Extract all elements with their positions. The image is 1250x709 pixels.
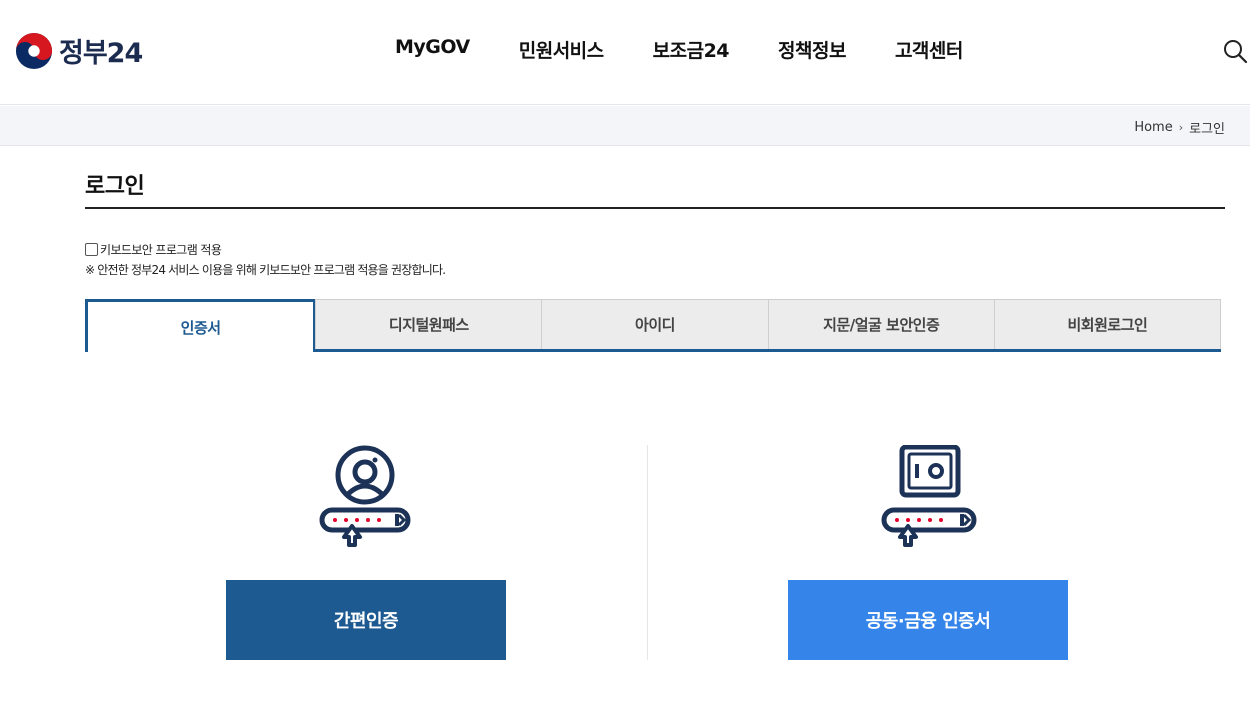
keyboard-security-checkbox[interactable] (85, 243, 98, 256)
simple-auth-button[interactable]: 간편인증 (226, 580, 506, 660)
tab-certificate[interactable]: 인증서 (85, 299, 317, 352)
title-divider (85, 207, 1225, 209)
chevron-right-icon: › (1178, 121, 1184, 134)
breadcrumb-current: 로그인 (1189, 122, 1225, 137)
nav-item-policy[interactable]: 정책정보 (778, 36, 846, 63)
logo-text: 정부24 (59, 38, 143, 69)
keyboard-security-note: ※ 안전한 정부24 서비스 이용을 위해 키보드보안 프로그램 적용을 권장합… (85, 263, 446, 277)
site-logo[interactable]: 정부24 (15, 31, 143, 70)
options-divider (647, 445, 648, 660)
main-nav: MyGOV 민원서비스 보조금24 정책정보 고객센터 (395, 36, 963, 63)
taegeuk-logo-icon (15, 32, 53, 69)
keyboard-security-row: 키보드보안 프로그램 적용 (85, 241, 222, 258)
public-certificate-button[interactable]: 공동·금융 인증서 (788, 580, 1068, 660)
site-header: 정부24 MyGOV 민원서비스 보조금24 정책정보 고객센터 (0, 0, 1250, 105)
safe-keypad-icon (881, 445, 977, 547)
nav-item-subsidy[interactable]: 보조금24 (653, 36, 730, 63)
keyboard-security-label[interactable]: 키보드보안 프로그램 적용 (100, 241, 222, 258)
tab-id[interactable]: 아이디 (541, 299, 769, 349)
breadcrumb: Home › 로그인 (1134, 118, 1225, 137)
nav-item-customer-center[interactable]: 고객센터 (895, 36, 963, 63)
breadcrumb-home[interactable]: Home (1134, 120, 1172, 135)
tab-guest-login[interactable]: 비회원로그인 (993, 299, 1222, 349)
login-tabs: 인증서 디지털원패스 아이디 지문/얼굴 보안인증 비회원로그인 (85, 299, 1222, 352)
tab-biometric[interactable]: 지문/얼굴 보안인증 (767, 299, 995, 349)
user-keypad-icon (319, 445, 411, 547)
search-icon[interactable] (1222, 38, 1248, 64)
tab-digital-onepass[interactable]: 디지털원패스 (315, 299, 543, 349)
breadcrumb-bar: Home › 로그인 (0, 106, 1250, 146)
page-title: 로그인 (85, 174, 145, 199)
nav-item-mygov[interactable]: MyGOV (395, 36, 470, 63)
nav-item-civil-service[interactable]: 민원서비스 (519, 36, 604, 63)
